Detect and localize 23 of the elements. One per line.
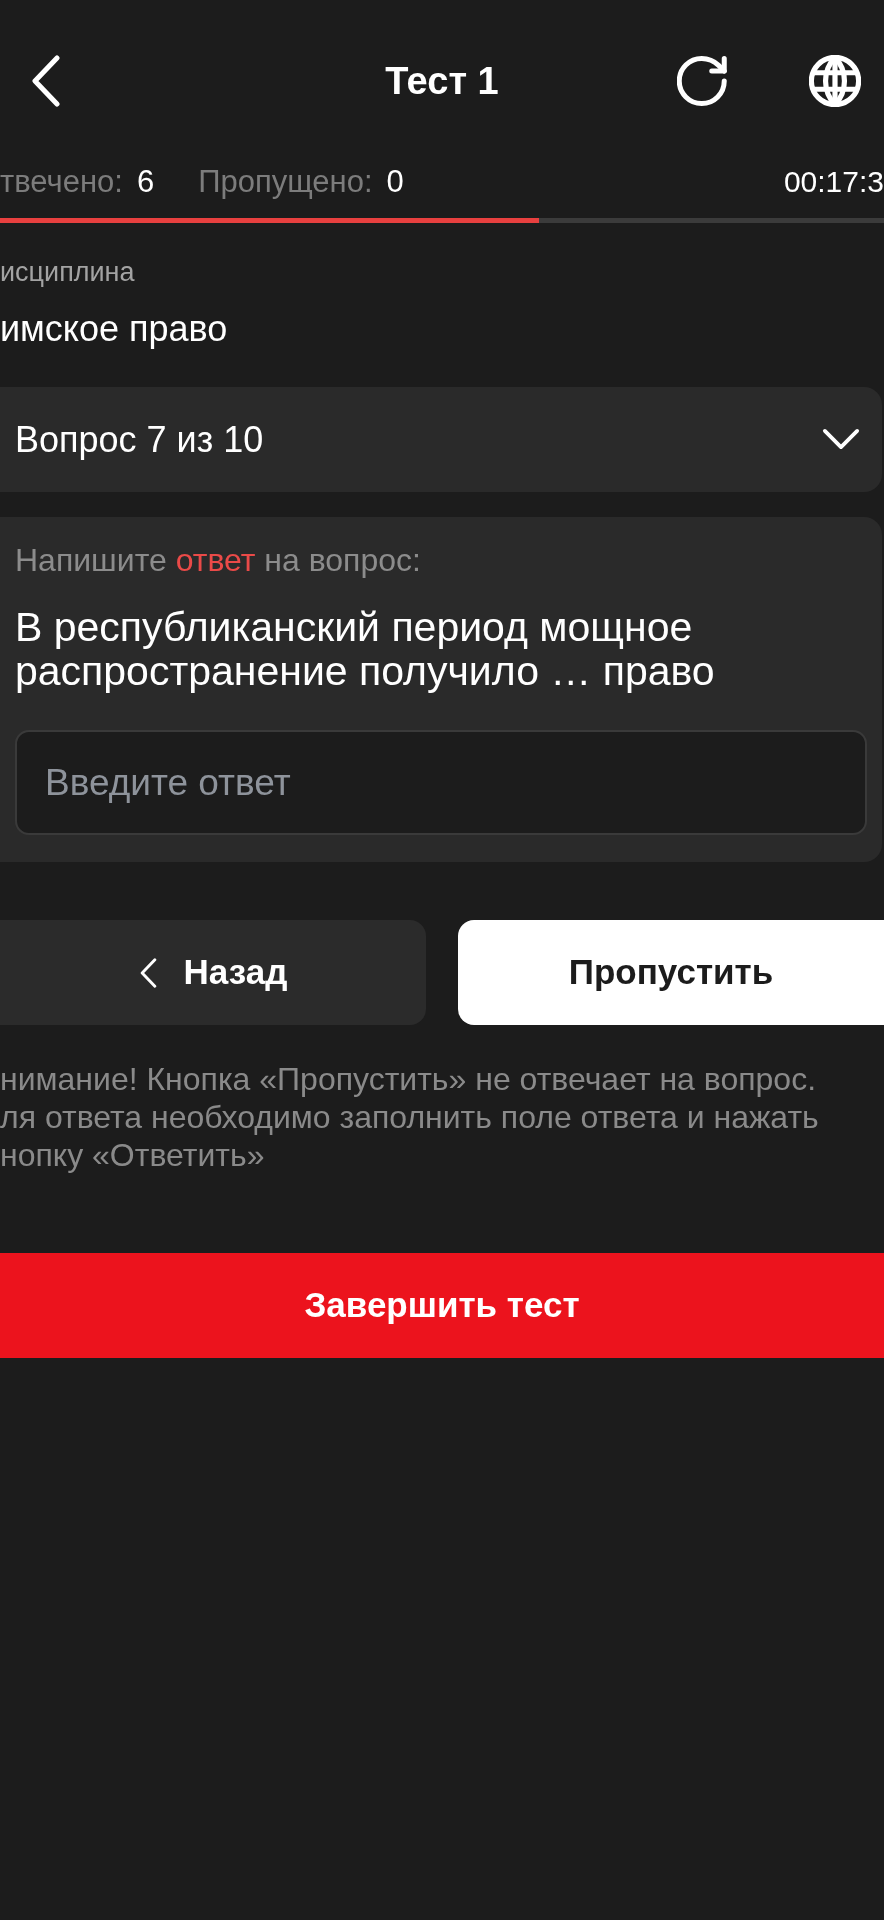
language-button[interactable] [808, 54, 862, 108]
page-title: Тест 1 [385, 59, 499, 104]
stat-label: твечено: [0, 164, 123, 200]
answer-field[interactable]: Введите ответ [15, 730, 867, 835]
question-prompt: Напишите ответ на вопрос: [15, 541, 422, 579]
finish-test-button[interactable]: Завершить тест [0, 1253, 884, 1358]
chevron-left-icon [138, 957, 158, 988]
stat-value: 0 [386, 164, 404, 200]
skip-button[interactable]: Пропустить [458, 920, 884, 1025]
stat-label: Пропущено: [198, 164, 373, 200]
question-selector[interactable]: Вопрос 7 из 10 [0, 387, 882, 492]
refresh-icon [677, 56, 727, 106]
notice-text: нимание! Кнопка «Пропустить» не отвечает на вопрос. ля ответа необходимо заполнить поле ответа и нажать нопку «Ответить» [0, 1060, 820, 1174]
discipline-label: исциплина [0, 257, 135, 287]
globe-icon [809, 55, 861, 107]
back-button[interactable] [30, 53, 62, 109]
timer-text: 00:17:3 [783, 164, 884, 200]
stat-value: 6 [136, 164, 155, 200]
back-icon [32, 55, 60, 107]
refresh-button[interactable] [675, 54, 729, 108]
question-text: В республиканский период мощное распространение получило … право [15, 605, 716, 693]
back-button[interactable]: Назад [0, 920, 426, 1025]
discipline-name: имское право [0, 310, 228, 348]
